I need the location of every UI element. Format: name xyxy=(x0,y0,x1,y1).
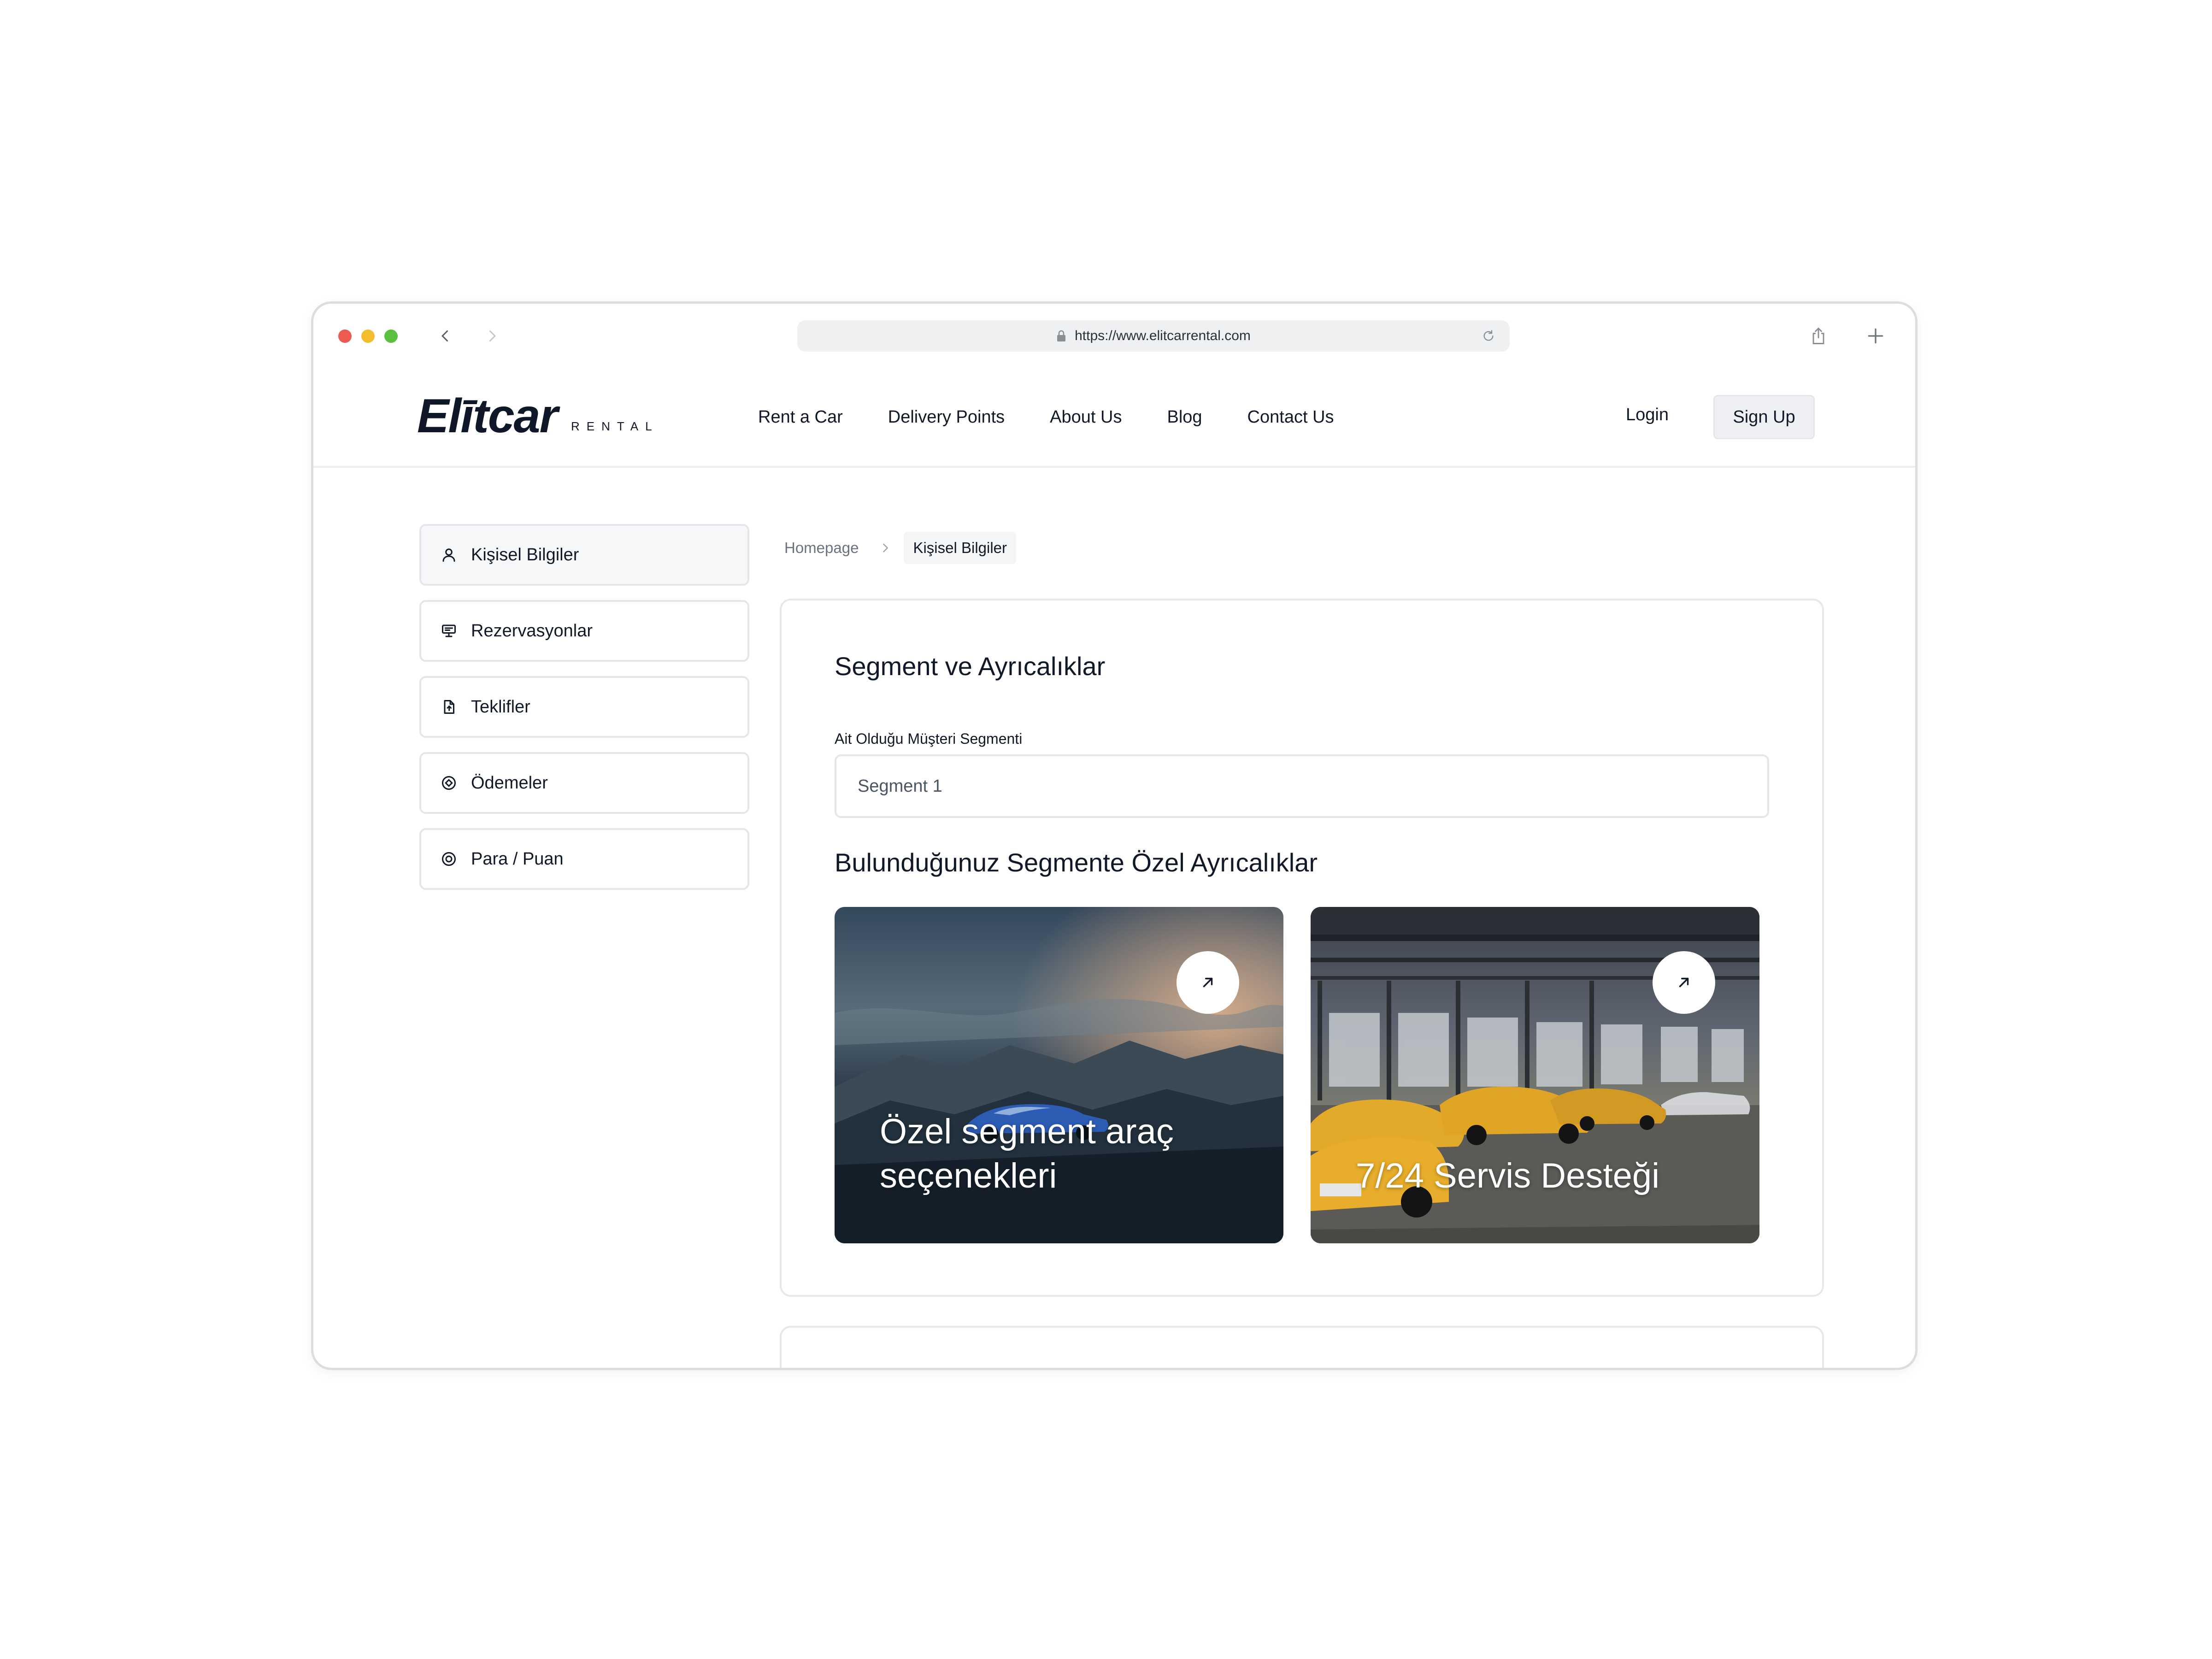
segment-field[interactable]: Segment 1 xyxy=(835,754,1769,818)
breadcrumb: Homepage Kişisel Bilgiler xyxy=(784,529,1017,566)
share-button[interactable] xyxy=(1806,324,1830,348)
chevron-right-icon xyxy=(489,330,496,341)
chevron-left-icon xyxy=(441,330,448,341)
nav-about-us[interactable]: About Us xyxy=(1050,407,1122,427)
arrow-up-right-icon xyxy=(1679,977,1689,988)
lock-icon xyxy=(1057,330,1066,341)
segment-field-label: Ait Olduğu Müşteri Segmenti xyxy=(835,730,1023,747)
login-link[interactable]: Login xyxy=(1626,405,1669,425)
signup-button[interactable]: Sign Up xyxy=(1713,395,1815,439)
sidebar-item-label: Para / Puan xyxy=(471,849,564,869)
back-button[interactable] xyxy=(431,322,459,350)
arrow-up-right-icon xyxy=(1203,977,1213,988)
reload-icon[interactable] xyxy=(1482,329,1495,342)
nav-rent-a-car[interactable]: Rent a Car xyxy=(758,407,843,427)
promo-open-button[interactable] xyxy=(1177,951,1239,1014)
promo-title: Özel segment araç seçenekleri xyxy=(880,1110,1174,1198)
nav-blog[interactable]: Blog xyxy=(1167,407,1202,427)
account-sidebar: Kişisel Bilgiler Rezervasyonlar Teklifle… xyxy=(419,524,749,904)
logo-subtitle: RENTAL xyxy=(571,419,659,433)
browser-window: https://www.elitcarrental.com Elītcar RE… xyxy=(311,301,1918,1370)
browser-toolbar: https://www.elitcarrental.com xyxy=(313,304,1915,368)
sidebar-item-kisisel-bilgiler[interactable]: Kişisel Bilgiler xyxy=(419,524,749,586)
secondary-card xyxy=(780,1326,1824,1368)
sidebar-item-rezervasyonlar[interactable]: Rezervasyonlar xyxy=(419,600,749,662)
segment-card: Segment ve Ayrıcalıklar Ait Olduğu Müşte… xyxy=(780,599,1824,1297)
logo-wordmark: Elītcar xyxy=(417,389,558,443)
sidebar-item-label: Kişisel Bilgiler xyxy=(471,545,579,565)
promo-title-line: Özel segment araç xyxy=(880,1112,1174,1151)
promo-title: 7/24 Servis Desteği xyxy=(1356,1154,1659,1198)
chevron-right-icon xyxy=(883,543,888,553)
nav-delivery-points[interactable]: Delivery Points xyxy=(888,407,1005,427)
logo[interactable]: Elītcar RENTAL xyxy=(417,392,659,440)
page-title: Segment ve Ayrıcalıklar xyxy=(835,652,1106,681)
monitor-icon xyxy=(442,624,456,637)
nav-contact-us[interactable]: Contact Us xyxy=(1247,407,1334,427)
breadcrumb-current: Kişisel Bilgiler xyxy=(904,532,1017,564)
promo-card-service-support[interactable]: 7/24 Servis Desteği xyxy=(1311,907,1759,1243)
promo-card-segment-vehicles[interactable]: Özel segment araç seçenekleri xyxy=(835,907,1283,1243)
sidebar-item-teklifler[interactable]: Teklifler xyxy=(419,676,749,738)
new-tab-button[interactable] xyxy=(1864,324,1888,348)
close-window-button[interactable] xyxy=(338,329,352,343)
sidebar-item-label: Ödemeler xyxy=(471,773,548,793)
coin-icon xyxy=(442,852,456,866)
main-nav: Rent a Car Delivery Points About Us Blog… xyxy=(758,368,1334,466)
sidebar-item-label: Rezervasyonlar xyxy=(471,621,593,641)
sidebar-item-odemeler[interactable]: Ödemeler xyxy=(419,752,749,814)
document-icon xyxy=(444,700,454,714)
promo-title-line: seçenekleri xyxy=(880,1156,1057,1195)
share-icon xyxy=(1812,328,1824,344)
plus-icon xyxy=(1868,328,1883,344)
breadcrumb-home[interactable]: Homepage xyxy=(784,539,859,557)
url-text: https://www.elitcarrental.com xyxy=(1075,328,1251,343)
coin-icon xyxy=(442,776,456,790)
user-icon xyxy=(442,548,455,562)
promo-open-button[interactable] xyxy=(1653,951,1715,1014)
maximize-window-button[interactable] xyxy=(384,329,398,343)
forward-button[interactable] xyxy=(478,322,506,350)
sidebar-item-para-puan[interactable]: Para / Puan xyxy=(419,828,749,890)
sidebar-item-label: Teklifler xyxy=(471,697,530,717)
promo-title-line: 7/24 Servis Desteği xyxy=(1356,1156,1659,1195)
site-header: Elītcar RENTAL Rent a Car Delivery Point… xyxy=(313,368,1915,468)
privileges-title: Bulunduğunuz Segmente Özel Ayrıcalıklar xyxy=(835,848,1318,877)
address-bar[interactable]: https://www.elitcarrental.com xyxy=(797,320,1510,352)
minimize-window-button[interactable] xyxy=(361,329,375,343)
